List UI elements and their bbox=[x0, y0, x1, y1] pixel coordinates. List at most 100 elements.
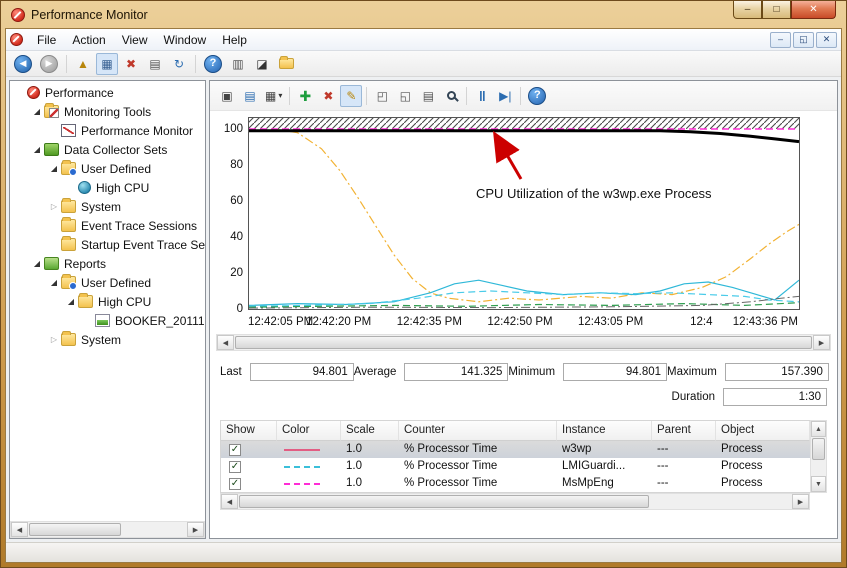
scrollbar-thumb[interactable] bbox=[29, 523, 121, 536]
maximize-button[interactable]: □ bbox=[762, 1, 791, 19]
scroll-left-button[interactable]: ◀ bbox=[217, 335, 234, 350]
tree-item-booker-201110[interactable]: BOOKER_201110 bbox=[10, 311, 205, 330]
tree-item-system[interactable]: ▷System bbox=[10, 197, 205, 216]
counter-object: Process bbox=[716, 475, 810, 492]
titlebar[interactable]: Performance Monitor – □ ✕ bbox=[5, 1, 842, 28]
tree-expander-expanded[interactable]: ◢ bbox=[48, 278, 60, 287]
menu-action[interactable]: Action bbox=[64, 30, 113, 50]
close-button[interactable]: ✕ bbox=[791, 1, 836, 19]
counter-row-w3wp[interactable]: ✓1.0% Processor Timew3wp---Process bbox=[221, 441, 810, 458]
delete-button[interactable]: ✖ bbox=[120, 53, 142, 75]
add-counter-button[interactable]: ✚ bbox=[294, 85, 316, 107]
column-header-object[interactable]: Object bbox=[716, 421, 810, 441]
tree-expander-expanded[interactable]: ◢ bbox=[65, 297, 77, 306]
update-data-button[interactable]: ▶| bbox=[494, 85, 516, 107]
tree-item-high-cpu[interactable]: ◢High CPU bbox=[10, 292, 205, 311]
scroll-right-button[interactable]: ▶ bbox=[792, 494, 809, 509]
copy-properties-button[interactable]: ◰ bbox=[371, 85, 393, 107]
scrollbar-thumb[interactable] bbox=[239, 495, 649, 508]
scrollbar-track[interactable] bbox=[238, 494, 792, 509]
tree-item-reports[interactable]: ◢Reports bbox=[10, 254, 205, 273]
scrollbar-thumb[interactable] bbox=[812, 438, 825, 460]
tree-expander-expanded[interactable]: ◢ bbox=[48, 164, 60, 173]
column-header-counter[interactable]: Counter bbox=[399, 421, 557, 441]
scroll-left-icon: ◀ bbox=[227, 498, 232, 506]
column-header-show[interactable]: Show bbox=[221, 421, 277, 441]
folder-icon bbox=[61, 219, 76, 232]
tree-item-performance[interactable]: Performance bbox=[10, 83, 205, 102]
counter-parent: --- bbox=[652, 458, 716, 475]
child-close-button[interactable]: ✕ bbox=[816, 32, 837, 48]
forward-button[interactable]: ▶ bbox=[37, 53, 61, 75]
counter-row-lmiguardi[interactable]: ✓1.0% Processor TimeLMIGuardi...---Proce… bbox=[221, 458, 810, 475]
column-header-parent[interactable]: Parent bbox=[652, 421, 716, 441]
column-header-scale[interactable]: Scale bbox=[341, 421, 399, 441]
table-vertical-scrollbar[interactable]: ▲ ▼ bbox=[810, 420, 827, 493]
column-header-color[interactable]: Color bbox=[277, 421, 341, 441]
menu-help[interactable]: Help bbox=[214, 30, 255, 50]
properties-button[interactable]: ▤ bbox=[144, 53, 166, 75]
tree-item-system[interactable]: ▷System bbox=[10, 330, 205, 349]
view-log-data-button[interactable]: ▤ bbox=[239, 85, 261, 107]
paste-counter-list-button[interactable]: ◱ bbox=[394, 85, 416, 107]
folder-button[interactable] bbox=[275, 53, 297, 75]
statistics-row: Last94.801 Average141.325 Minimum94.801 … bbox=[220, 363, 827, 381]
show-hide-console-tree-button[interactable]: ▦ bbox=[96, 53, 118, 75]
tree-expander-expanded[interactable]: ◢ bbox=[31, 145, 43, 154]
menu-view[interactable]: View bbox=[114, 30, 156, 50]
help-button[interactable]: ? bbox=[201, 53, 225, 75]
table-horizontal-scrollbar[interactable]: ◀ ▶ bbox=[220, 493, 810, 510]
column-header-instance[interactable]: Instance bbox=[557, 421, 652, 441]
up-one-level-button[interactable]: ▲ bbox=[72, 53, 94, 75]
scroll-left-button[interactable]: ◀ bbox=[11, 522, 28, 537]
tree-item-data-collector-sets[interactable]: ◢Data Collector Sets bbox=[10, 140, 205, 159]
freeze-display-button[interactable]: ‖ bbox=[471, 85, 493, 107]
refresh-button[interactable]: ↻ bbox=[168, 53, 190, 75]
tree-expander-expanded[interactable]: ◢ bbox=[31, 259, 43, 268]
scroll-left-button[interactable]: ◀ bbox=[221, 494, 238, 509]
highlight-button[interactable]: ✎ bbox=[340, 85, 362, 107]
menu-window[interactable]: Window bbox=[156, 30, 215, 50]
scroll-right-button[interactable]: ▶ bbox=[187, 522, 204, 537]
pane-filler bbox=[210, 510, 837, 538]
scrollbar-track[interactable] bbox=[234, 335, 813, 350]
change-graph-type-button[interactable]: ▦▾ bbox=[262, 85, 285, 107]
export-list-button[interactable]: ▥ bbox=[227, 53, 249, 75]
back-button[interactable]: ◀ bbox=[11, 53, 35, 75]
minimize-button[interactable]: – bbox=[733, 1, 762, 19]
child-restore-button[interactable]: ◱ bbox=[793, 32, 814, 48]
scroll-up-button[interactable]: ▲ bbox=[811, 421, 826, 437]
tree-item-high-cpu[interactable]: High CPU bbox=[10, 178, 205, 197]
scrollbar-track[interactable] bbox=[811, 437, 826, 476]
scroll-down-button[interactable]: ▼ bbox=[811, 476, 826, 492]
tree-item-startup-event-trace-ses[interactable]: Startup Event Trace Ses bbox=[10, 235, 205, 254]
scrollbar-thumb[interactable] bbox=[235, 336, 812, 349]
tree-item-user-defined[interactable]: ◢User Defined bbox=[10, 273, 205, 292]
show-checkbox[interactable]: ✓ bbox=[229, 444, 241, 456]
tree-item-performance-monitor[interactable]: Performance Monitor bbox=[10, 121, 205, 140]
counter-row-msmpeng[interactable]: ✓1.0% Processor TimeMsMpEng---Process bbox=[221, 475, 810, 492]
show-checkbox[interactable]: ✓ bbox=[229, 461, 241, 473]
tree-item-monitoring-tools[interactable]: ◢Monitoring Tools bbox=[10, 102, 205, 121]
child-minimize-button[interactable]: – bbox=[770, 32, 791, 48]
menu-file[interactable]: File bbox=[29, 30, 64, 50]
view-current-activity-button[interactable]: ▣ bbox=[216, 85, 238, 107]
zoom-button[interactable] bbox=[440, 85, 462, 107]
graph-view-button[interactable]: ◪ bbox=[251, 53, 273, 75]
properties-button[interactable]: ▤ bbox=[417, 85, 439, 107]
chart-area: 100806040200 bbox=[212, 117, 833, 315]
tree-expander-collapsed[interactable]: ▷ bbox=[48, 202, 60, 211]
counter-instance: w3wp bbox=[557, 441, 652, 458]
tree-expander-expanded[interactable]: ◢ bbox=[31, 107, 43, 116]
delete-counter-button[interactable]: ✖ bbox=[317, 85, 339, 107]
scrollbar-track[interactable] bbox=[28, 522, 187, 537]
scroll-right-button[interactable]: ▶ bbox=[813, 335, 830, 350]
view-log-data-icon: ▤ bbox=[244, 90, 255, 102]
help-button[interactable]: ? bbox=[525, 85, 549, 107]
chart-horizontal-scrollbar[interactable]: ◀ ▶ bbox=[216, 334, 831, 351]
tree-item-event-trace-sessions[interactable]: Event Trace Sessions bbox=[10, 216, 205, 235]
tree-horizontal-scrollbar[interactable]: ◀ ▶ bbox=[10, 521, 205, 538]
show-checkbox[interactable]: ✓ bbox=[229, 478, 241, 490]
tree-expander-collapsed[interactable]: ▷ bbox=[48, 335, 60, 344]
tree-item-user-defined[interactable]: ◢User Defined bbox=[10, 159, 205, 178]
